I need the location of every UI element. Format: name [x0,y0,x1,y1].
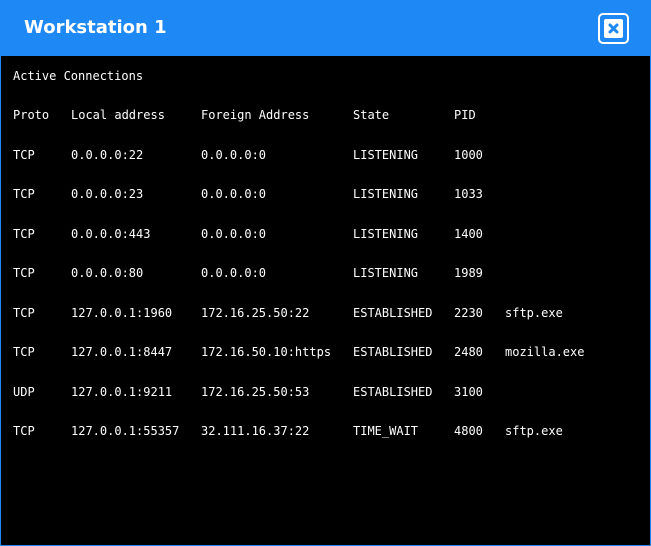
cell-foreign-address: 0.0.0.0:0 [201,148,267,162]
cell-proto: TCP [13,424,35,438]
cell-foreign-address: 0.0.0.0:0 [201,227,267,241]
cell-local-address: 0.0.0.0:22 [71,148,144,162]
cell-proto: TCP [13,148,35,162]
cell-pid: 3100 [454,385,483,399]
cell-foreign-address: 0.0.0.0:0 [201,187,267,201]
cell-proto: TCP [13,227,35,241]
cell-state: ESTABLISHED [353,345,433,359]
column-header-foreign-address: Foreign Address [201,108,310,122]
cell-proto: TCP [13,306,35,320]
cell-proto: TCP [13,187,35,201]
cell-local-address: 127.0.0.1:9211 [71,385,173,399]
column-header-local-address: Local address [71,108,165,122]
cell-state: LISTENING [353,227,419,241]
column-header-proto: Proto [13,108,50,122]
terminal-output[interactable]: Active Connections Proto Local address F… [1,56,650,545]
cell-foreign-address: 32.111.16.37:22 [201,424,310,438]
cell-process: mozilla.exe [505,345,585,359]
cell-proto: UDP [13,385,35,399]
cell-local-address: 0.0.0.0:443 [71,227,151,241]
cell-pid: 1033 [454,187,483,201]
column-header-state: State [353,108,390,122]
cell-foreign-address: 172.16.50.10:https [201,345,332,359]
cell-local-address: 127.0.0.1:55357 [71,424,180,438]
cell-state: LISTENING [353,266,419,280]
cell-proto: TCP [13,266,35,280]
cell-local-address: 127.0.0.1:1960 [71,306,173,320]
cell-pid: 1000 [454,148,483,162]
cell-state: TIME_WAIT [353,424,419,438]
column-header-pid: PID [454,108,476,122]
cell-local-address: 0.0.0.0:80 [71,266,144,280]
cell-local-address: 0.0.0.0:23 [71,187,144,201]
close-icon [604,19,623,38]
cell-local-address: 127.0.0.1:8447 [71,345,173,359]
window-title: Workstation 1 [24,17,167,38]
cell-foreign-address: 0.0.0.0:0 [201,266,267,280]
cell-foreign-address: 172.16.25.50:22 [201,306,310,320]
cell-state: LISTENING [353,187,419,201]
cell-pid: 1400 [454,227,483,241]
terminal-heading: Active Connections [13,69,144,83]
title-bar[interactable]: Workstation 1 [1,1,650,56]
cell-process: sftp.exe [505,424,563,438]
cell-foreign-address: 172.16.25.50:53 [201,385,310,399]
cell-state: ESTABLISHED [353,385,433,399]
cell-proto: TCP [13,345,35,359]
workstation-window: Workstation 1 Active Connections Proto L… [0,0,651,546]
cell-pid: 1989 [454,266,483,280]
cell-state: LISTENING [353,148,419,162]
cell-process: sftp.exe [505,306,563,320]
cell-pid: 4800 [454,424,483,438]
cell-state: ESTABLISHED [353,306,433,320]
close-button[interactable] [598,13,629,44]
cell-pid: 2230 [454,306,483,320]
cell-pid: 2480 [454,345,483,359]
